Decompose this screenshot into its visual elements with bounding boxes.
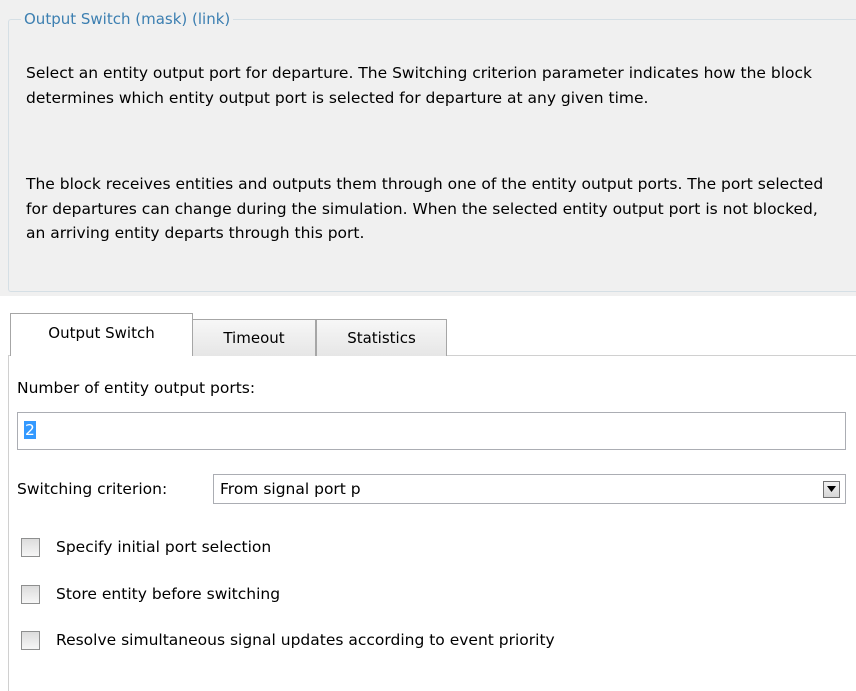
- mask-title: Output Switch (mask) (link): [21, 9, 234, 29]
- tab-statistics[interactable]: Statistics: [316, 319, 447, 356]
- ports-input[interactable]: 2: [17, 412, 846, 450]
- tab-panel-border: [8, 356, 9, 691]
- description-panel: Output Switch (mask) (link) Select an en…: [0, 0, 856, 296]
- resolve-updates-label: Resolve simultaneous signal updates acco…: [56, 631, 555, 649]
- tab-strip: Output Switch Timeout Statistics: [0, 296, 856, 356]
- store-entity-checkbox[interactable]: [21, 585, 40, 604]
- criterion-value: From signal port p: [220, 480, 361, 498]
- criterion-dropdown[interactable]: From signal port p: [213, 474, 846, 504]
- ports-label: Number of entity output ports:: [17, 379, 256, 397]
- criterion-label: Switching criterion:: [17, 480, 168, 498]
- dropdown-arrow-button[interactable]: [823, 481, 840, 498]
- resolve-updates-checkbox[interactable]: [21, 631, 40, 650]
- description-paragraph-2: The block receives entities and outputs …: [26, 175, 824, 242]
- group-box-border: [8, 19, 856, 292]
- tab-timeout[interactable]: Timeout: [192, 319, 316, 356]
- tab-output-switch[interactable]: Output Switch: [10, 313, 193, 356]
- description-paragraph-1: Select an entity output port for departu…: [26, 64, 813, 107]
- initial-port-label: Specify initial port selection: [56, 538, 272, 556]
- chevron-down-icon: [827, 486, 836, 492]
- store-entity-label: Store entity before switching: [56, 585, 281, 603]
- initial-port-checkbox[interactable]: [21, 538, 40, 557]
- ports-value: 2: [24, 421, 36, 439]
